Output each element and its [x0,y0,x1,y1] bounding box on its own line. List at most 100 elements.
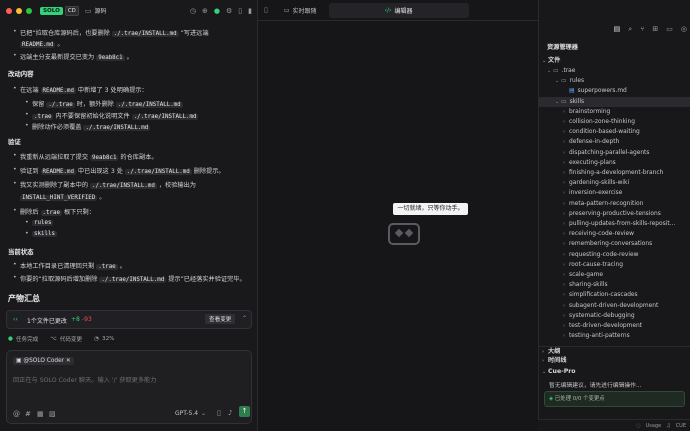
text-span: 的仓库副本。 [118,154,158,161]
inline-code: README.md [40,88,76,94]
mention-icon[interactable]: @ [13,410,20,418]
tree-folder-item[interactable]: › testing-anti-patterns [539,331,690,341]
timeline-section-header[interactable]: › 时间线 [539,356,690,366]
task-status-row: ● 任务完成 ⌥ 代码变更 ◔ 32% [8,334,254,344]
source-label[interactable]: 源码 [94,6,106,15]
tree-folder-item[interactable]: › subagent-driven-development [539,301,690,311]
chat-input-placeholder[interactable]: 回正在与 SOLO Coder 聊天。输入 '/' 获取更多能力 [13,375,156,384]
code-changes-label[interactable]: 代码变更 [60,335,82,343]
send-button[interactable]: ↑ [239,406,250,417]
tree-folder-item[interactable]: › executing-plans [539,158,690,168]
source-control-icon[interactable]: ⑂ [640,25,644,33]
terminal-icon[interactable]: ▭ [666,25,673,33]
hash-icon[interactable]: # [25,410,31,418]
tree-folder-item[interactable]: › scale-game [539,270,690,280]
tab-editor[interactable]: ‹/› 编辑器 [328,2,469,18]
inline-code: .trae [32,114,54,120]
tree-folder-item[interactable]: › requesting-code-review [539,250,690,260]
tree-folder-item[interactable]: › condition-based-waiting [539,127,690,137]
tree-folder-item[interactable]: › pulling-updates-from-skills-reposit... [539,219,690,229]
tree-folder-item[interactable]: › root-cause-tracing [539,260,690,270]
new-chat-icon[interactable]: ⊕ [202,7,208,15]
settings-icon[interactable]: ⚙ [226,7,232,15]
tree-folder-item[interactable]: › systematic-debugging [539,311,690,321]
status-bar: ◌ Usage ♫ CUE [538,419,690,431]
empty-state-tooltip: 一切就绪，只等你动手。 [393,203,468,215]
tree-folder-item[interactable]: › brainstorming [539,107,690,117]
tab-live-follow[interactable]: ▭ 实时跟随 [274,3,327,18]
minimize-window-button[interactable] [16,7,22,14]
tree-folder-item[interactable]: ⌄ ▭ rules [539,76,690,86]
tree-folder-item[interactable]: › preserving-productive-tensions [539,209,690,219]
bell-icon[interactable]: ♫ [666,423,670,429]
microphone-icon[interactable]: ♪ [228,409,232,417]
agent-chip[interactable]: ▣ @SOLO Coder ✕ [13,357,74,365]
inline-code: ./.trae [46,102,75,108]
chat-line: README.md 。 [20,39,64,48]
tree-folder-item[interactable]: › sharing-skills [539,280,690,290]
tree-item-label: remembering-conversations [569,241,653,248]
model-selector[interactable]: GPT-5.4 [175,410,198,417]
inline-code: .trae [96,264,118,270]
inline-code: README.md [40,169,76,175]
sidebar-toggle-icon[interactable]: ▯ [238,7,242,15]
sidebar-icon[interactable]: ▭ [85,7,92,15]
tree-folder-item[interactable]: › test-driven-development [539,321,690,331]
text-span: 内不要保留初始化说明文件 [53,113,132,120]
maximize-window-button[interactable] [26,7,32,14]
image-icon[interactable]: ▨ [49,410,56,418]
chat-line: .trae 内不要保留初始化说明文件 ./.trae/INSTALL.md [25,111,199,120]
tree-folder-item[interactable]: ⌄ ▭ skills [539,96,690,107]
tree-folder-item[interactable]: › meta-pattern-recognition [539,199,690,209]
close-window-button[interactable] [6,7,12,14]
changes-card[interactable]: ‹› 1个文件已更改 +8 -93 查看变更 ⌃ [6,310,252,329]
chat-line: 本地工作目录已清理回只剩 .trae 。 [13,261,126,270]
extensions-icon[interactable]: ⊞ [652,25,658,33]
chat-line: 已把“拉取仓库源码后，也要删除 ./.trae/INSTALL.md ”写进远端 [13,28,209,37]
tree-folder-item[interactable]: › receiving-code-review [539,229,690,239]
solo-badge[interactable]: SOLO [40,6,63,15]
usage-label[interactable]: Usage [646,423,662,429]
browser-icon[interactable]: ◎ [681,25,687,33]
tree-item-label: superpowers.md [577,88,627,95]
tree-folder-item[interactable]: › gardening-skills-wiki [539,178,690,188]
attach-icon[interactable]: ▯ [217,409,221,417]
chevron-up-icon[interactable]: ⌃ [242,315,247,322]
tree-folder-item[interactable]: › defense-in-depth [539,137,690,147]
tree-file-item[interactable]: ▤ superpowers.md [539,86,690,96]
chat-line: 我又实测删除了副本中的 ./.trae/INSTALL.md ，校验输出为 [13,180,196,189]
search-icon[interactable]: ⌕ [628,25,632,34]
chevron-down-icon[interactable]: ⌄ [201,410,206,417]
inline-code: ./.trae/INSTALL.md [115,102,183,108]
outline-section-header[interactable]: › 大纲 [539,346,690,356]
tree-folder-item[interactable]: › finishing-a-development-branch [539,168,690,178]
expand-chevron-icon[interactable]: ‹› [13,316,18,323]
cue-status-label[interactable]: CUE [676,423,686,429]
history-icon[interactable]: ◷ [190,7,196,15]
code-icon: ‹/› [384,6,392,14]
mode-badge[interactable]: CD [64,5,79,16]
files-icon[interactable]: ▤ [614,25,621,33]
review-changes-button[interactable]: 查看变更 [205,314,236,324]
grid-icon[interactable]: ▦ [37,410,44,418]
tree-folder-item[interactable]: › simplification-cascades [539,290,690,300]
tree-folder-item[interactable]: ⌄ ▭ .trae [539,66,690,76]
cue-status-text: 已处理 0/0 个变更点 [554,396,605,402]
files-section-header[interactable]: ⌄ 文件 [539,56,690,66]
sidebar-toggle-icon[interactable]: ▯ [264,6,268,14]
cue-section-header[interactable]: ⌄ Cue-Pro [539,367,690,377]
layout-icon[interactable]: ▮ [248,7,252,15]
tree-folder-item[interactable]: › collision-zone-thinking [539,117,690,127]
github-icon[interactable]: ● [214,7,220,15]
chat-input-box[interactable]: ▣ @SOLO Coder ✕ 回正在与 SOLO Coder 聊天。输入 '/… [6,350,252,424]
tree-folder-item[interactable]: › remembering-conversations [539,239,690,249]
robot-eye-left [394,228,404,238]
explorer-toolbar: ▤ ⌕ ⑂ ⊞ ▭ ◎ [539,21,690,37]
tree-item-label: requesting-code-review [569,251,639,258]
tree-folder-item[interactable]: › inversion-exercise [539,188,690,198]
notification-icon[interactable]: ◌ [636,423,640,429]
chat-line: 远端主分支最新提交已变为 9eab8c1 。 [13,52,133,61]
tree-folder-item[interactable]: › dispatching-parallel-agents [539,148,690,158]
text-span: 。 [97,194,106,201]
summary-title: 产物汇总 [8,294,40,303]
